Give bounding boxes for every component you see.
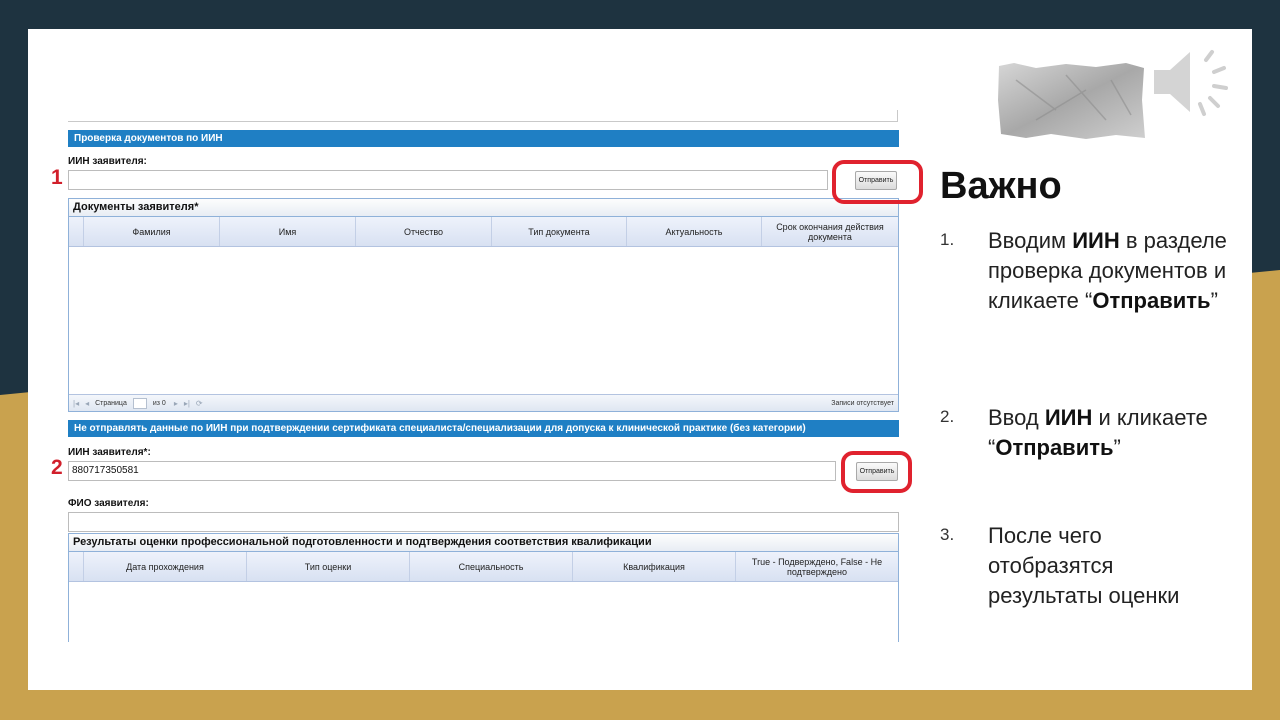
slide-title: Важно (940, 165, 1062, 207)
pager-status: Записи отсутствует (831, 399, 894, 407)
fio-input[interactable] (68, 512, 899, 532)
step-number: 2. (940, 407, 955, 426)
iin-label-2: ИИН заявителя*: (68, 447, 151, 458)
column-header[interactable]: Актуальность (627, 217, 762, 246)
tape-icon (998, 63, 1145, 139)
refresh-icon[interactable]: ⟳ (196, 399, 203, 408)
results-table-header: Дата прохождения Тип оценки Специальност… (69, 552, 898, 582)
column-header[interactable]: Имя (220, 217, 356, 246)
results-panel-title: Результаты оценки профессиональной подго… (69, 534, 898, 552)
column-header[interactable]: Тип документа (492, 217, 627, 246)
section-header-no-send: Не отправлять данные по ИИН при подтверж… (68, 420, 899, 437)
step-text: Вводим ИИН в разделе проверка документов… (988, 228, 1227, 313)
page-count: из 0 (152, 399, 166, 407)
step-text: После чего отобразятся результаты оценки (988, 523, 1180, 608)
column-header[interactable]: Тип оценки (247, 552, 410, 581)
column-header[interactable]: Отчество (356, 217, 492, 246)
column-header[interactable]: True - Подверждено, False - Не подтвержд… (736, 552, 898, 581)
step-number: 1. (940, 230, 955, 249)
documents-panel-title: Документы заявителя* (69, 199, 898, 217)
column-header[interactable]: Специальность (410, 552, 573, 581)
documents-table-header: Фамилия Имя Отчество Тип документа Актуа… (69, 217, 898, 247)
highlight-ring-2 (841, 451, 912, 493)
marker-1: 1 (51, 166, 63, 189)
previous-field-border (68, 110, 898, 122)
page-input[interactable] (132, 397, 147, 409)
step-text: Ввод ИИН и кликаете “Отправить” (988, 405, 1208, 460)
page-label: Страница (95, 399, 127, 407)
iin-input-1[interactable] (68, 170, 828, 190)
results-panel: Результаты оценки профессиональной подго… (68, 533, 899, 642)
column-header[interactable]: Дата прохождения (84, 552, 247, 581)
iin-label-1: ИИН заявителя: (68, 156, 147, 167)
documents-panel: Документы заявителя* Фамилия Имя Отчеств… (68, 198, 899, 412)
row-number-column (69, 217, 84, 246)
next-page-icon[interactable]: ▸ (174, 399, 178, 408)
row-number-column (69, 552, 84, 581)
last-page-icon[interactable]: ▸| (184, 399, 190, 408)
column-header[interactable]: Фамилия (84, 217, 220, 246)
column-header[interactable]: Квалификация (573, 552, 736, 581)
highlight-ring-1 (832, 160, 923, 204)
column-header[interactable]: Срок окончания действия документа (762, 217, 898, 246)
section-header-document-check: Проверка документов по ИИН (68, 130, 899, 147)
form-screenshot: Проверка документов по ИИН ИИН заявителя… (68, 100, 900, 642)
first-page-icon[interactable]: |◂ (73, 399, 79, 408)
step-number: 3. (940, 525, 955, 544)
marker-2: 2 (51, 456, 63, 479)
iin-input-2[interactable]: 880717350581 (68, 461, 836, 481)
prev-page-icon[interactable]: ◂ (85, 399, 89, 408)
documents-pager: |◂ ◂ Страница из 0 ▸ ▸| ⟳ Записи отсутст… (69, 394, 898, 411)
fio-label: ФИО заявителя: (68, 498, 149, 509)
speaker-icon[interactable] (1148, 42, 1238, 122)
